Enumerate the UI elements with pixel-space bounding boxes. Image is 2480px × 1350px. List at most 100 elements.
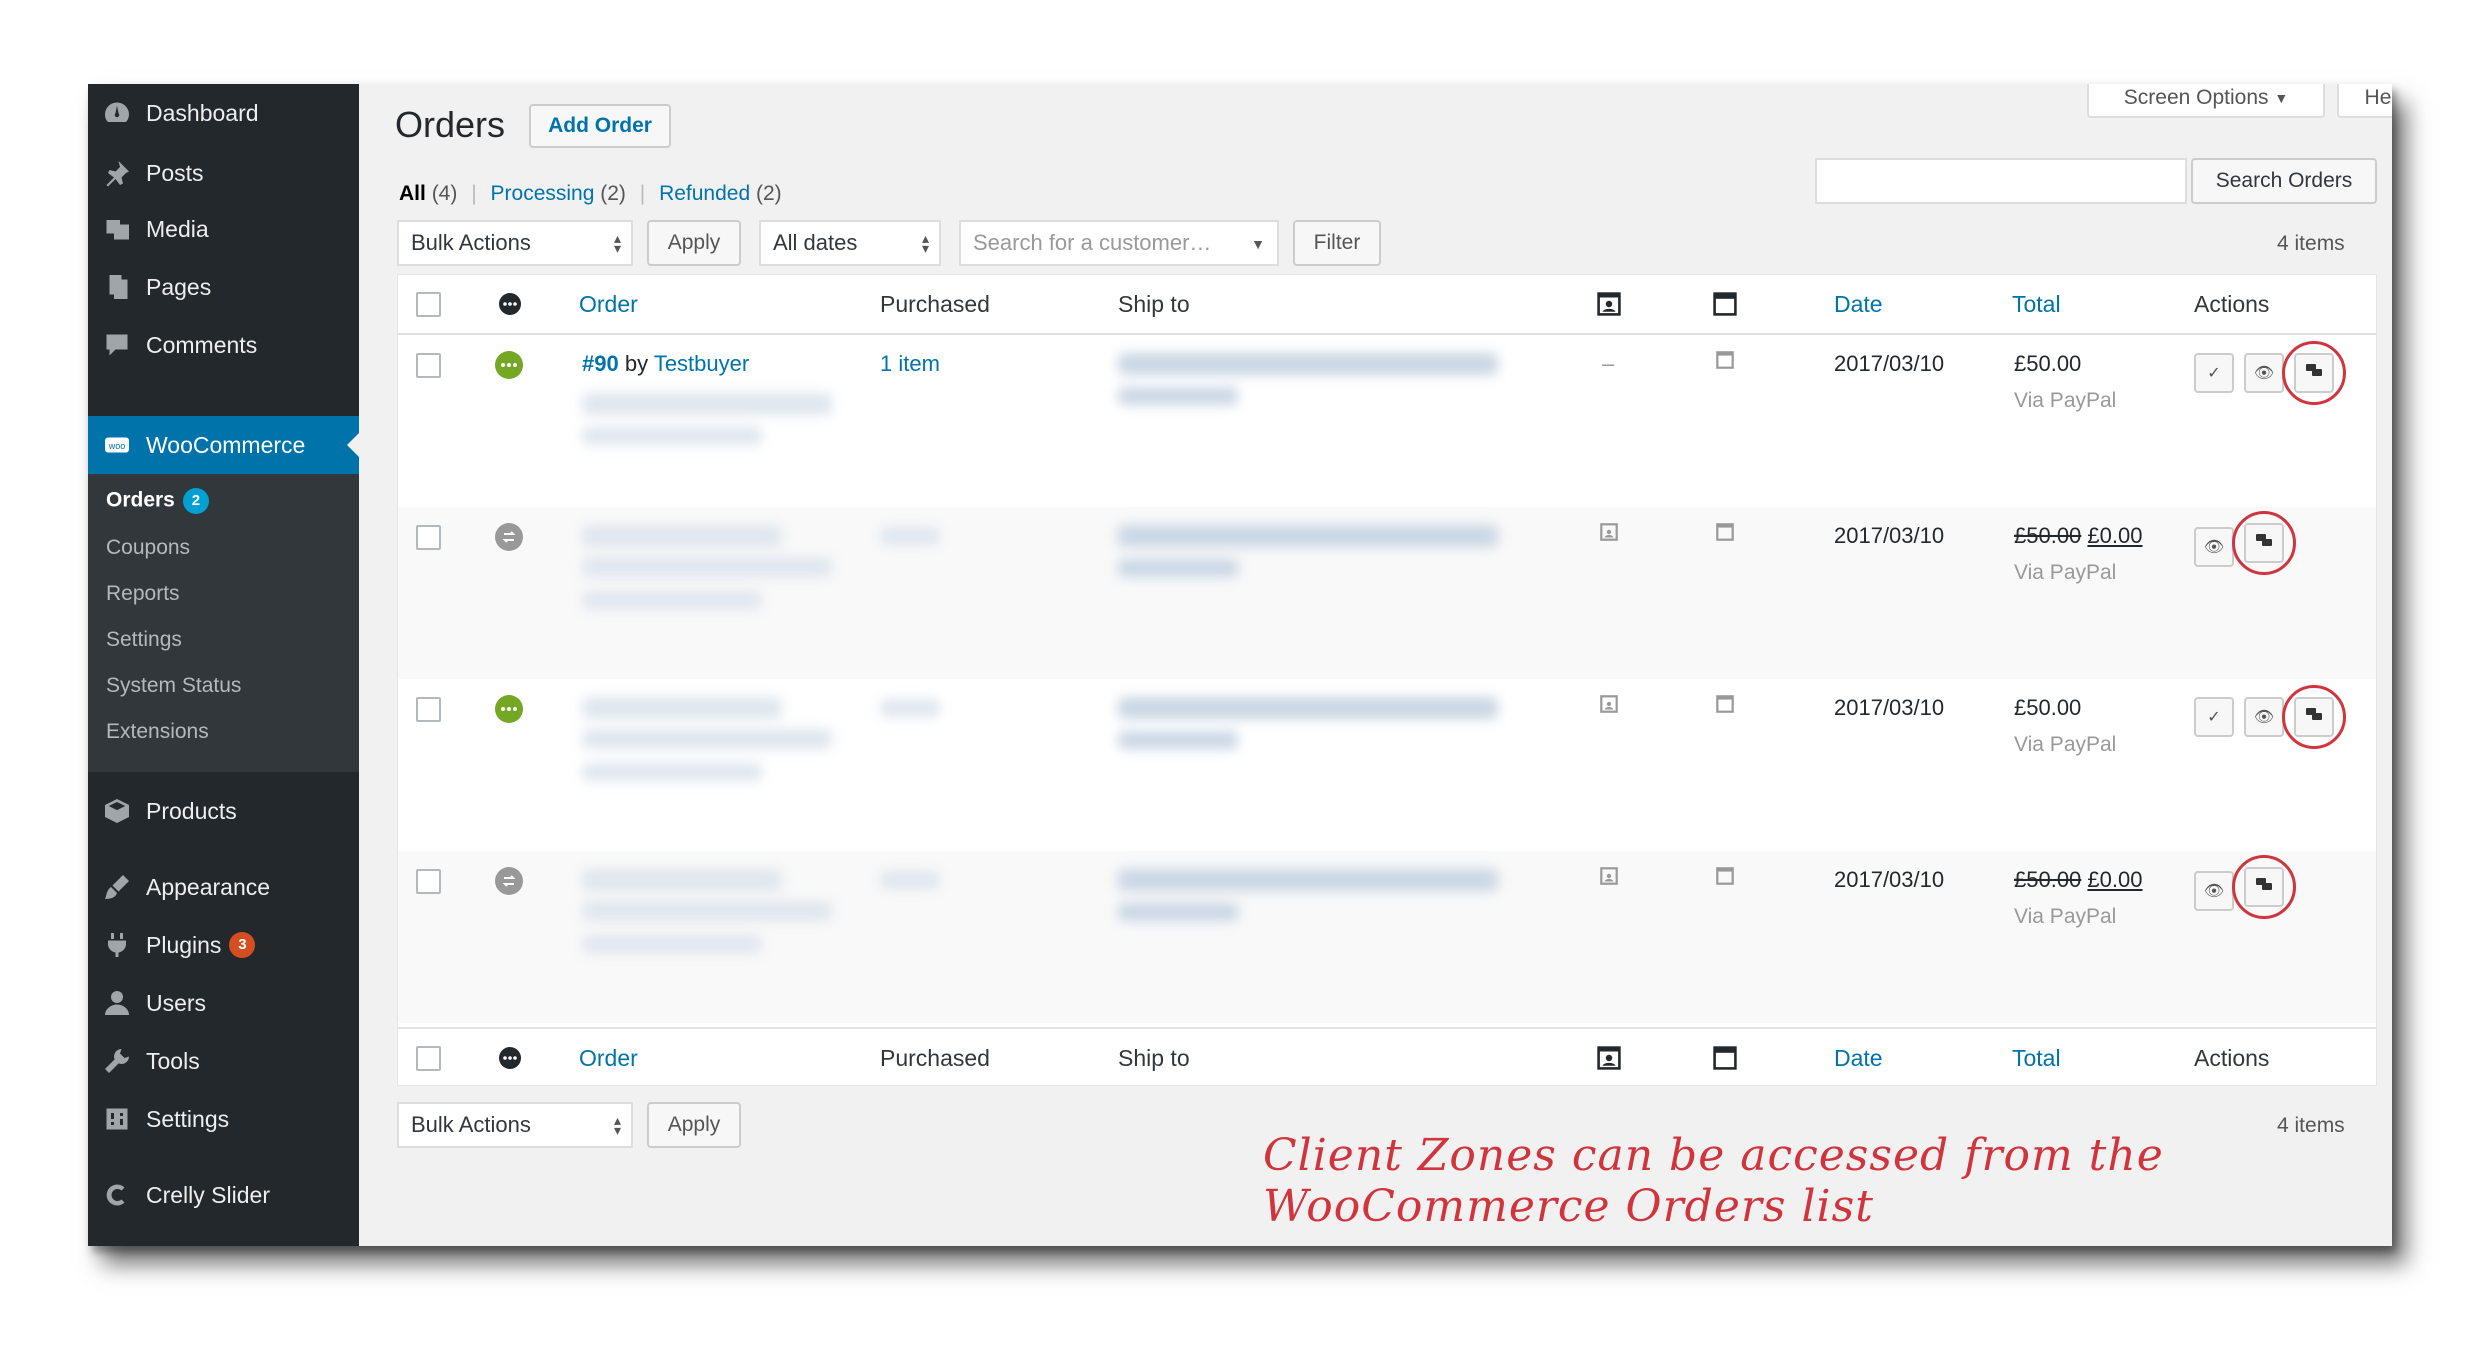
row-checkbox[interactable]	[416, 525, 441, 550]
order-number[interactable]: #90	[582, 351, 619, 376]
filter-processing-count: (2)	[600, 182, 626, 205]
brush-icon	[100, 870, 134, 904]
filter-separator: |	[639, 182, 646, 205]
sidebar-item-tools[interactable]: Tools	[88, 1032, 359, 1090]
sidebar-item-crelly-slider[interactable]: Crelly Slider	[88, 1166, 359, 1224]
crelly-icon	[100, 1178, 134, 1212]
sidebar-item-media[interactable]: Media	[88, 200, 359, 258]
order-date: 2017/03/10	[1834, 351, 1945, 376]
sidebar-item-posts[interactable]: Posts	[88, 144, 359, 202]
order-title[interactable]: #90 by Testbuyer	[582, 351, 749, 377]
main-content: Screen Options ▼ Help ▼ Orders Add Order…	[359, 84, 2392, 1246]
check-icon: ✓	[2207, 365, 2221, 382]
sidebar-item-pages[interactable]: Pages	[88, 258, 359, 316]
search-orders-input[interactable]	[1815, 158, 2187, 204]
redacted-address	[1118, 869, 1498, 891]
help-tab[interactable]: Help ▼	[2337, 84, 2392, 118]
submenu-coupons[interactable]: Coupons	[106, 536, 190, 560]
view-order-button[interactable]: 👁	[2194, 527, 2234, 567]
sidebar-item-appearance[interactable]: Appearance	[88, 858, 359, 916]
filter-button[interactable]: Filter	[1293, 220, 1381, 266]
column-total[interactable]: Total	[2012, 275, 2061, 333]
processing-status-icon	[495, 351, 523, 379]
column-total[interactable]: Total	[2012, 1029, 2061, 1087]
row-checkbox[interactable]	[416, 353, 441, 378]
sidebar-item-label: Comments	[146, 331, 258, 358]
check-icon: ✓	[2207, 709, 2221, 726]
select-arrows-icon: ▴ ▾	[613, 230, 621, 256]
date-filter-select[interactable]: All dates ▴ ▾	[759, 220, 941, 266]
sidebar-item-plugins[interactable]: Plugins 3	[88, 916, 359, 974]
payment-method: Via PayPal	[2014, 905, 2117, 928]
refunded-total: £0.00	[2087, 867, 2143, 892]
customer-search-placeholder: Search for a customer…	[973, 230, 1212, 255]
table-row: 2017/03/10 £50.00 Via PayPal ✓ 👁	[398, 679, 2376, 851]
customer-search-select[interactable]: Search for a customer… ▼	[959, 220, 1279, 266]
filter-refunded[interactable]: Refunded	[659, 182, 750, 205]
select-all-checkbox[interactable]	[416, 1046, 441, 1071]
select-all-checkbox[interactable]	[416, 292, 441, 317]
screen-options-tab[interactable]: Screen Options ▼	[2087, 84, 2325, 118]
view-order-button[interactable]: 👁	[2244, 353, 2284, 393]
sidebar-item-dashboard[interactable]: Dashboard	[88, 84, 359, 142]
complete-order-button[interactable]: ✓	[2194, 697, 2234, 737]
submenu-system-status[interactable]: System Status	[106, 674, 241, 698]
apply-button-bottom[interactable]: Apply	[647, 1102, 741, 1148]
add-order-button[interactable]: Add Order	[529, 104, 671, 148]
items-count: 4 items	[2277, 232, 2345, 255]
highlight-circle	[2282, 685, 2346, 749]
redacted-address	[1118, 387, 1238, 405]
column-ship-to: Ship to	[1118, 290, 1190, 317]
row-checkbox[interactable]	[416, 869, 441, 894]
sidebar-item-label: Appearance	[146, 873, 271, 900]
column-order[interactable]: Order	[579, 1029, 638, 1087]
filter-processing[interactable]: Processing	[491, 182, 595, 205]
notes-icon	[1714, 521, 1736, 549]
submenu-orders[interactable]: Orders 2	[106, 488, 209, 514]
sidebar-item-users[interactable]: Users	[88, 974, 359, 1032]
row-checkbox[interactable]	[416, 697, 441, 722]
orders-table: Order Purchased Ship to Date Total Actio…	[397, 274, 2377, 1086]
notes-column-icon	[1712, 1029, 1738, 1087]
complete-order-button[interactable]: ✓	[2194, 353, 2234, 393]
sidebar-item-woocommerce[interactable]: woo WooCommerce	[88, 416, 359, 474]
redacted-text	[582, 935, 762, 953]
customer-link[interactable]: Testbuyer	[654, 351, 749, 376]
bulk-actions-select[interactable]: Bulk Actions ▴ ▾	[397, 220, 633, 266]
eye-icon: 👁	[2253, 365, 2275, 382]
submenu-reports[interactable]: Reports	[106, 582, 180, 606]
redacted-address	[1118, 353, 1498, 375]
column-date[interactable]: Date	[1834, 1029, 1883, 1087]
order-date: 2017/03/10	[1834, 523, 1945, 548]
purchased-items-link[interactable]: 1 item	[880, 351, 940, 377]
bulk-actions-value: Bulk Actions	[411, 230, 531, 255]
submenu-settings[interactable]: Settings	[106, 628, 182, 652]
bulk-actions-select-bottom[interactable]: Bulk Actions ▴ ▾	[397, 1102, 633, 1148]
comment-icon	[100, 328, 134, 362]
settings-icon	[100, 1102, 134, 1136]
view-order-button[interactable]: 👁	[2244, 697, 2284, 737]
sidebar-item-products[interactable]: Products	[88, 782, 359, 840]
search-orders-button[interactable]: Search Orders	[2191, 158, 2377, 204]
column-purchased: Purchased	[880, 1044, 990, 1071]
filter-all[interactable]: All	[399, 182, 426, 205]
svg-text:woo: woo	[108, 441, 126, 451]
page-title: Orders	[395, 104, 506, 145]
refunded-status-icon	[495, 523, 523, 551]
column-actions: Actions	[2194, 1044, 2270, 1071]
dashboard-icon	[100, 96, 134, 130]
redacted-text	[582, 763, 762, 781]
column-ship-to: Ship to	[1118, 1044, 1190, 1071]
column-actions: Actions	[2194, 290, 2270, 317]
payment-method: Via PayPal	[2014, 561, 2117, 584]
column-order[interactable]: Order	[579, 275, 638, 333]
submenu-extensions[interactable]: Extensions	[106, 720, 209, 744]
column-date[interactable]: Date	[1834, 275, 1883, 333]
sidebar-item-settings[interactable]: Settings	[88, 1090, 359, 1148]
view-order-button[interactable]: 👁	[2194, 871, 2234, 911]
select-arrows-icon: ▴ ▾	[921, 230, 929, 256]
sidebar-item-comments[interactable]: Comments	[88, 316, 359, 374]
apply-button[interactable]: Apply	[647, 220, 741, 266]
annotation-caption: Client Zones can be accessed from the Wo…	[1263, 1130, 2164, 1232]
redacted-address	[1118, 697, 1498, 719]
